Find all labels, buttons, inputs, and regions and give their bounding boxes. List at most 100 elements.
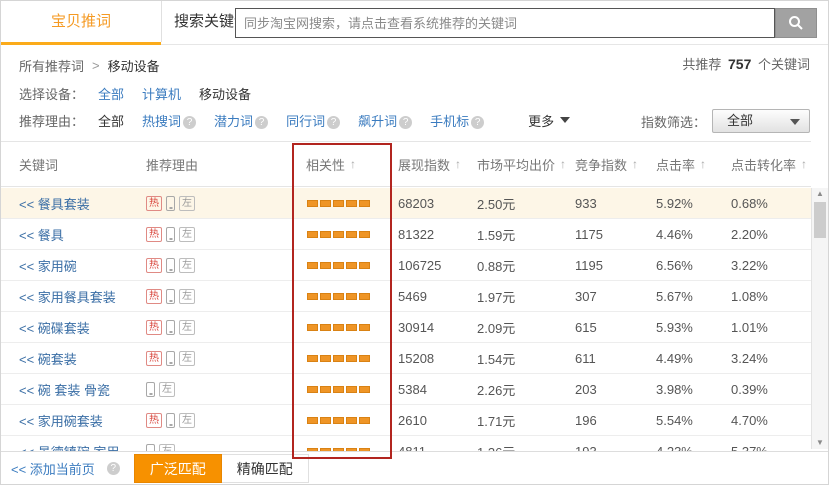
column-header-6[interactable]: 竞争指数↑: [572, 155, 650, 174]
table-row: << 碗碟套装热左309142.09元6155.93%1.01%: [1, 312, 811, 343]
help-icon[interactable]: ?: [327, 116, 340, 129]
cvr-value: 1.08%: [716, 289, 811, 304]
tab-bar: 宝贝推词 搜索关键词: [1, 1, 828, 45]
column-header-8[interactable]: 点击转化率↑: [716, 155, 811, 174]
keyword-link[interactable]: << 碗套装: [19, 349, 77, 368]
filter-option-2[interactable]: 潜力词?: [214, 111, 268, 130]
breadcrumb-root-link[interactable]: 所有推荐词: [19, 56, 84, 75]
left-tag-icon: 左: [179, 196, 195, 211]
relevance-bar-segment: [333, 386, 344, 393]
relevance-bar-segment: [307, 386, 318, 393]
keyword-link[interactable]: << 家用碗套装: [19, 411, 103, 430]
keyword-link[interactable]: << 碗 套装 骨瓷: [19, 380, 110, 399]
search-input[interactable]: [235, 8, 775, 38]
avg-bid-value: 2.26元: [475, 380, 572, 399]
add-current-page-link[interactable]: << 添加当前页: [11, 459, 95, 478]
reason-filter-label: 推荐理由：: [19, 111, 84, 130]
help-icon[interactable]: ?: [183, 116, 196, 129]
help-icon[interactable]: ?: [107, 462, 120, 475]
phone-tag-icon: [166, 351, 175, 366]
sort-arrow-icon: ↑: [700, 157, 706, 171]
filter-option-1[interactable]: 热搜词?: [142, 111, 196, 130]
keyword-tool-panel: 宝贝推词 搜索关键词 所有推荐词 > 移动设备 共推荐 757 个关键词: [0, 0, 829, 485]
relevance-bar-segment: [359, 386, 370, 393]
impressions-value: 5384: [393, 382, 475, 397]
filter-option-0[interactable]: 全部: [98, 84, 124, 103]
filter-option-label: 潜力词: [214, 114, 253, 129]
column-header-label: 点击转化率: [731, 155, 796, 174]
filter-option-4[interactable]: 飙升词?: [358, 111, 412, 130]
impressions-value: 4811: [393, 444, 475, 452]
keyword-link[interactable]: << 家用碗: [19, 256, 77, 275]
exact-match-button[interactable]: 精确匹配: [222, 454, 309, 483]
reason-filter-options: 全部热搜词?潜力词?同行词?飙升词?手机标?: [98, 111, 502, 130]
cvr-value: 3.22%: [716, 258, 811, 273]
help-icon[interactable]: ?: [399, 116, 412, 129]
ctr-value: 5.92%: [650, 196, 716, 211]
index-filter-dropdown[interactable]: 全部: [712, 109, 810, 133]
table-row: << 餐具套装热左682032.50元9335.92%0.68%: [1, 188, 811, 219]
impressions-value: 68203: [393, 196, 475, 211]
device-filter-label: 选择设备：: [19, 84, 84, 103]
scrollbar-thumb[interactable]: [814, 202, 826, 238]
keyword-link[interactable]: << 餐具套装: [19, 194, 90, 213]
filter-option-label: 热搜词: [142, 114, 181, 129]
tab-item-recommend[interactable]: 宝贝推词: [1, 1, 161, 42]
phone-tag-icon: [146, 382, 155, 397]
left-tag-icon: 左: [179, 320, 195, 335]
keyword-link[interactable]: << 家用餐具套装: [19, 287, 116, 306]
hot-tag-icon: 热: [146, 258, 162, 273]
filter-option-5[interactable]: 手机标?: [430, 111, 484, 130]
column-header-5[interactable]: 市场平均出价↑: [475, 155, 572, 174]
impressions-value: 5469: [393, 289, 475, 304]
relevance-bar-segment: [320, 417, 331, 424]
relevance-bar-segment: [307, 231, 318, 238]
table-row: << 碗 套装 骨瓷左53842.26元2033.98%0.39%: [1, 374, 811, 405]
column-header-label: 推荐理由: [146, 155, 198, 174]
dropdown-arrow-icon: [790, 119, 800, 125]
phone-tag-icon: [146, 444, 155, 452]
left-tag-icon: 左: [179, 227, 195, 242]
relevance-bar-segment: [359, 231, 370, 238]
column-header-7[interactable]: 点击率↑: [650, 155, 716, 174]
relevance-bar-segment: [320, 262, 331, 269]
relevance-bar-segment: [346, 231, 357, 238]
sort-arrow-icon: ↑: [560, 157, 566, 171]
filter-option-1[interactable]: 计算机: [142, 84, 181, 103]
filter-option-2[interactable]: 移动设备: [199, 84, 251, 103]
column-header-3[interactable]: 相关性↑: [291, 155, 393, 174]
help-icon[interactable]: ?: [255, 116, 268, 129]
index-filter-label: 指数筛选：: [641, 112, 706, 131]
scrollbar-up-arrow-icon[interactable]: ▲: [812, 188, 828, 200]
ctr-value: 4.46%: [650, 227, 716, 242]
filter-option-label: 手机标: [430, 114, 469, 129]
scrollbar-down-arrow-icon[interactable]: ▼: [812, 437, 828, 449]
column-header-label: 展现指数: [398, 155, 450, 174]
keyword-link[interactable]: << 景德镇碗 家用: [19, 442, 119, 452]
column-header-label: 关键词: [19, 155, 58, 174]
relevance-bar-segment: [307, 417, 318, 424]
relevance-bars: [307, 231, 370, 238]
filter-option-3[interactable]: 同行词?: [286, 111, 340, 130]
keyword-link[interactable]: << 餐具: [19, 225, 64, 244]
column-header-4[interactable]: 展现指数↑: [393, 155, 475, 174]
index-filter: 指数筛选： 全部: [641, 109, 810, 133]
avg-bid-value: 1.71元: [475, 411, 572, 430]
more-filters-toggle[interactable]: 更多: [528, 111, 570, 130]
phone-tag-icon: [166, 227, 175, 242]
avg-bid-value: 1.97元: [475, 287, 572, 306]
sort-arrow-icon: ↑: [632, 157, 638, 171]
device-filter-options: 全部计算机移动设备: [98, 84, 269, 103]
broad-match-button[interactable]: 广泛匹配: [134, 454, 222, 483]
search-icon: [788, 15, 804, 31]
filter-option-0[interactable]: 全部: [98, 111, 124, 130]
ctr-value: 5.93%: [650, 320, 716, 335]
search-button[interactable]: [775, 8, 817, 38]
keyword-link[interactable]: << 碗碟套装: [19, 318, 90, 337]
competition-value: 203: [572, 382, 650, 397]
competition-value: 196: [572, 413, 650, 428]
relevance-bar-segment: [359, 200, 370, 207]
table-scrollbar[interactable]: ▲ ▼: [811, 188, 828, 449]
cvr-value: 3.24%: [716, 351, 811, 366]
help-icon[interactable]: ?: [471, 116, 484, 129]
